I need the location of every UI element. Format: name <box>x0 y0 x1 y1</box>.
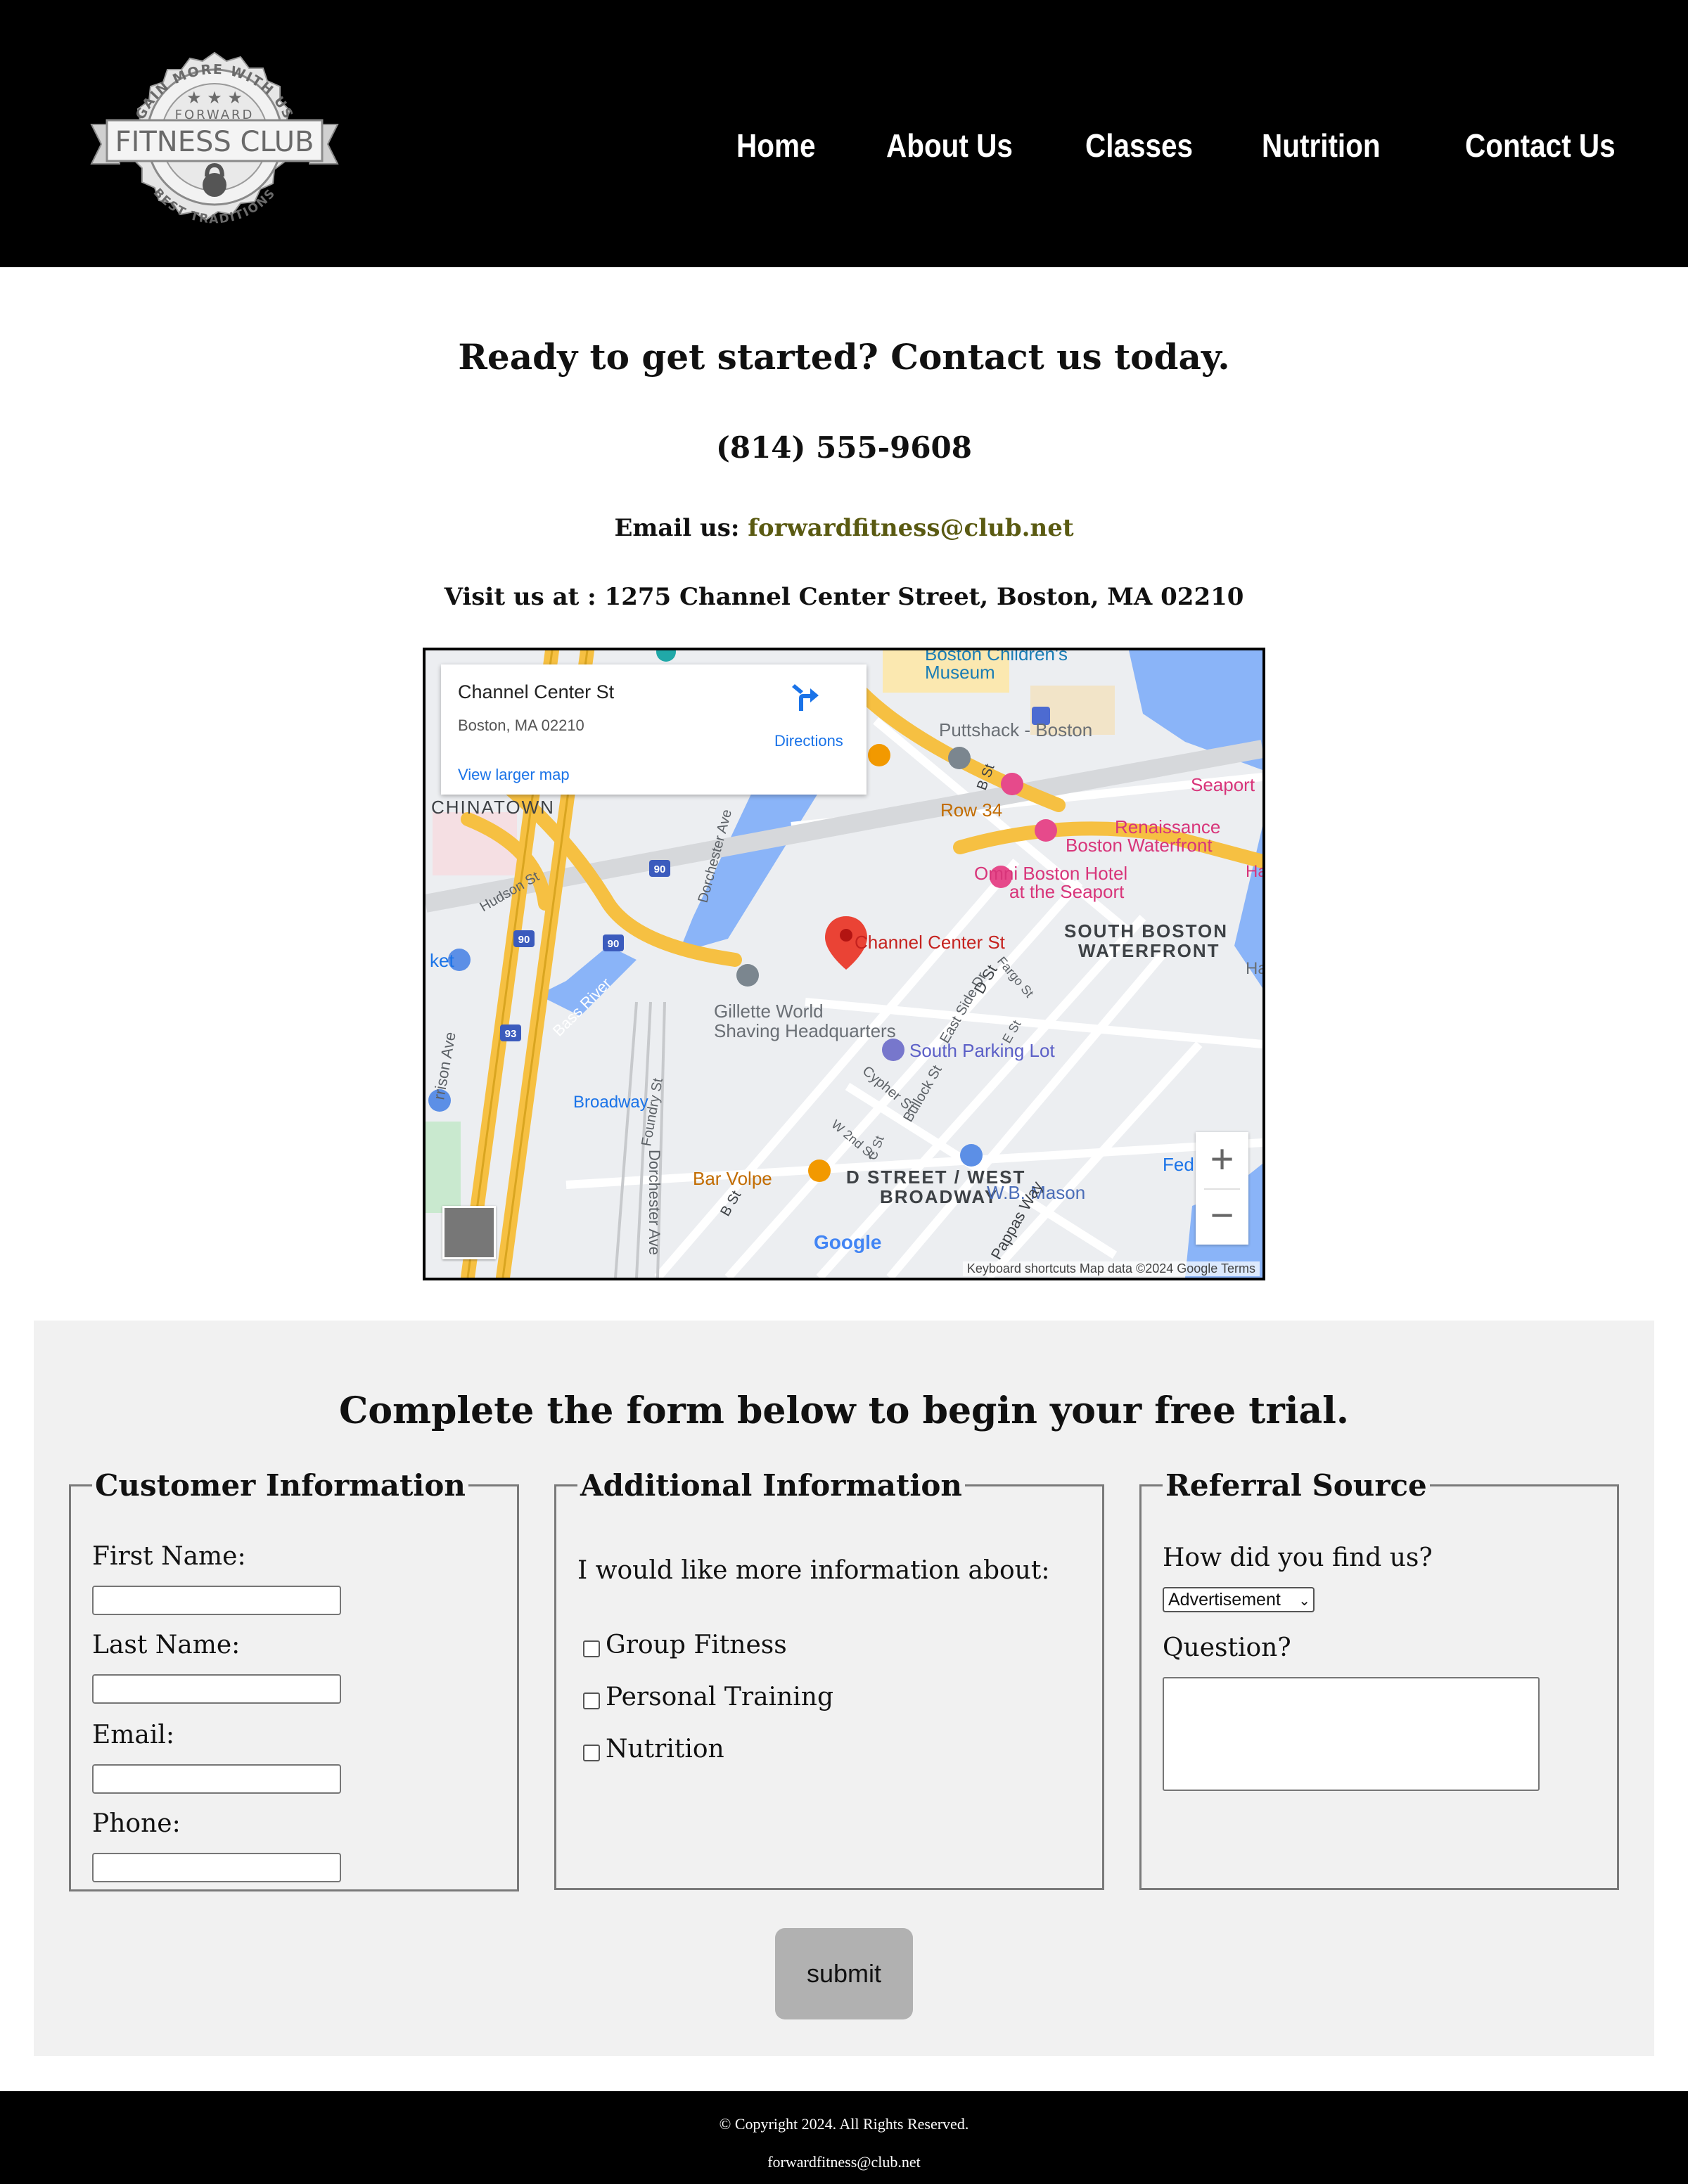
personal-training-label: Personal Training <box>606 1683 833 1711</box>
svg-text:Shaving Headquarters: Shaving Headquarters <box>714 1020 896 1041</box>
svg-text:Bar Volpe: Bar Volpe <box>693 1168 772 1189</box>
map-info-card: Channel Center St Boston, MA 02210 View … <box>441 664 867 795</box>
svg-text:CHINATOWN: CHINATOWN <box>431 797 555 818</box>
svg-text:Row 34: Row 34 <box>940 799 1002 821</box>
form-title: Complete the form below to begin your fr… <box>338 1389 1350 1432</box>
svg-text:Museum: Museum <box>925 662 995 683</box>
phone-input[interactable] <box>92 1853 341 1882</box>
svg-text:BROADWAY: BROADWAY <box>880 1186 998 1207</box>
svg-text:SOUTH BOSTON: SOUTH BOSTON <box>1064 920 1228 942</box>
map-place-address: Boston, MA 02210 <box>458 717 584 734</box>
svg-text:90: 90 <box>518 934 530 946</box>
phone-label: Phone: <box>92 1809 181 1838</box>
google-logo: Google <box>814 1231 881 1254</box>
nav-classes[interactable]: Classes <box>1085 127 1193 165</box>
email-prefix: Email us: <box>614 514 748 542</box>
personal-training-checkbox[interactable] <box>583 1692 600 1709</box>
copyright-text: © Copyright 2024. All Rights Reserved. <box>719 2115 969 2133</box>
map-attribution[interactable]: Keyboard shortcuts Map data ©2024 Google… <box>962 1261 1260 1276</box>
phone-number: (814) 555-9608 <box>715 430 973 465</box>
embedded-map[interactable]: 90 90 90 93 Boston Children's Museum Put… <box>423 648 1265 1280</box>
question-label: Question? <box>1163 1633 1291 1662</box>
email-input[interactable] <box>92 1764 341 1794</box>
svg-text:at the Seaport: at the Seaport <box>1009 881 1125 902</box>
map-pin-label: Channel Center St <box>855 932 1006 953</box>
last-name-label: Last Name: <box>92 1631 241 1659</box>
nav-nutrition[interactable]: Nutrition <box>1262 127 1381 165</box>
svg-text:WATERFRONT: WATERFRONT <box>1078 940 1220 961</box>
submit-button[interactable]: submit <box>775 1928 913 2019</box>
svg-text:Gillette World: Gillette World <box>714 1001 824 1022</box>
main-nav: Home About Us Classes Nutrition Contact … <box>0 127 1688 169</box>
directions-link[interactable]: Directions <box>774 732 843 750</box>
footer-email: forwardfitness@club.net <box>767 2153 921 2171</box>
svg-text:★ ★ ★: ★ ★ ★ <box>186 88 243 108</box>
view-larger-map-link[interactable]: View larger map <box>458 766 570 784</box>
svg-text:Broadway: Broadway <box>573 1093 648 1112</box>
email-label: Email: <box>92 1721 175 1749</box>
email-line: Email us: forwardfitness@club.net <box>0 514 1688 542</box>
svg-text:Ha: Ha <box>1246 959 1262 978</box>
zoom-out-button[interactable]: − <box>1196 1188 1248 1245</box>
google-logo-text: Google <box>814 1231 882 1253</box>
svg-text:Dorchester Ave: Dorchester Ave <box>646 1150 663 1255</box>
question-textarea[interactable] <box>1163 1677 1540 1791</box>
chevron-down-icon: ⌄ <box>1298 1593 1310 1609</box>
svg-text:Ha: Ha <box>1246 862 1262 881</box>
how-found-label: How did you find us? <box>1163 1543 1433 1572</box>
satellite-toggle[interactable] <box>442 1206 496 1259</box>
group-fitness-label: Group Fitness <box>606 1631 787 1659</box>
trial-form-section: Complete the form below to begin your fr… <box>34 1321 1654 2056</box>
first-name-label: First Name: <box>92 1542 246 1571</box>
more-info-prompt: I would like more information about: <box>577 1556 1050 1585</box>
site-footer: © Copyright 2024. All Rights Reserved. f… <box>0 2091 1688 2184</box>
nav-contact-us[interactable]: Contact Us <box>1465 127 1616 165</box>
svg-text:93: 93 <box>505 1028 517 1040</box>
svg-text:Boston Waterfront: Boston Waterfront <box>1066 835 1213 856</box>
first-name-input[interactable] <box>92 1586 341 1615</box>
nav-home[interactable]: Home <box>736 127 815 165</box>
svg-text:ket: ket <box>430 950 454 971</box>
address-line: Visit us at : 1275 Channel Center Street… <box>444 583 1244 611</box>
referral-source-fieldset: Referral Source How did you find us? Adv… <box>1139 1468 1619 1890</box>
customer-info-fieldset: Customer Information First Name: Last Na… <box>69 1468 519 1891</box>
group-fitness-checkbox[interactable] <box>583 1640 600 1657</box>
referral-source-legend: Referral Source <box>1165 1468 1427 1503</box>
zoom-in-button[interactable]: + <box>1196 1132 1248 1188</box>
map-place-title: Channel Center St <box>458 681 615 702</box>
directions-icon[interactable] <box>789 680 821 712</box>
referral-select-value: Advertisement <box>1168 1590 1281 1610</box>
svg-text:Puttshack - Boston: Puttshack - Boston <box>939 719 1092 740</box>
nav-about-us[interactable]: About Us <box>886 127 1013 165</box>
site-header: GAIN MORE WITH US ★ ★ ★ FORWARD FITNESS … <box>0 0 1688 267</box>
additional-info-fieldset: Additional Information I would like more… <box>554 1468 1104 1890</box>
svg-text:South Parking Lot: South Parking Lot <box>909 1040 1055 1061</box>
nutrition-label: Nutrition <box>606 1735 724 1764</box>
map-zoom-controls: + − <box>1196 1132 1248 1245</box>
referral-select[interactable]: Advertisement ⌄ <box>1163 1587 1315 1612</box>
svg-text:Fed: Fed <box>1163 1154 1194 1175</box>
last-name-input[interactable] <box>92 1674 341 1704</box>
svg-text:Seaport: Seaport <box>1191 774 1255 795</box>
contact-heading: Ready to get started? Contact us today. <box>458 336 1230 378</box>
svg-text:90: 90 <box>608 938 620 950</box>
email-link[interactable]: forwardfitness@club.net <box>748 514 1073 542</box>
nutrition-checkbox[interactable] <box>583 1745 600 1761</box>
additional-info-legend: Additional Information <box>580 1468 962 1503</box>
svg-text:90: 90 <box>654 863 666 875</box>
customer-info-legend: Customer Information <box>95 1468 466 1503</box>
